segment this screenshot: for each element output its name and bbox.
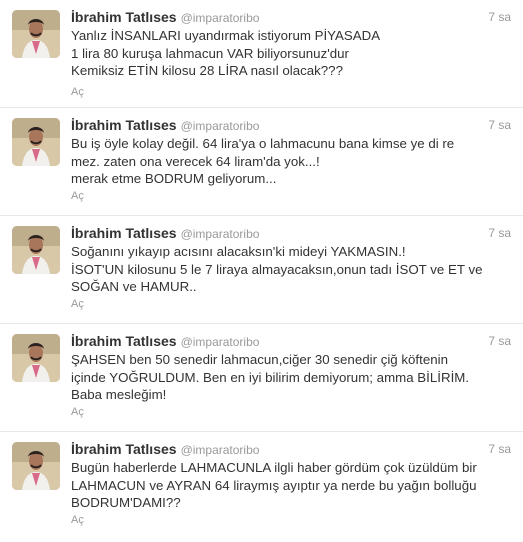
tweet-timestamp[interactable]: 7 sa <box>488 440 511 458</box>
expand-link[interactable]: Aç <box>71 298 84 310</box>
tweet[interactable]: İbrahim Tatlıses @imparatoribo 7 sa ŞAHSEN … <box>0 324 523 432</box>
expand-link[interactable]: Aç <box>71 86 84 98</box>
tweet-text: ŞAHSEN ben 50 senedir lahmacun,ciğer 30 … <box>71 351 509 404</box>
tweet-text-line: Soğanını yıkayıp acısını alacaksın'ki mi… <box>71 244 406 259</box>
user-name[interactable]: İbrahim Tatlıses <box>71 9 177 25</box>
user-handle[interactable]: @imparatoribo <box>181 227 260 241</box>
avatar[interactable] <box>12 118 60 166</box>
tweet-header: İbrahim Tatlıses @imparatoribo 7 sa <box>71 116 511 134</box>
tweet-timestamp[interactable]: 7 sa <box>488 224 511 242</box>
tweet[interactable]: İbrahim Tatlıses @imparatoribo 7 sa Bu iş ö… <box>0 108 523 216</box>
tweet-timestamp[interactable]: 7 sa <box>488 332 511 350</box>
tweet-text: Soğanını yıkayıp acısını alacaksın'ki mi… <box>71 243 509 296</box>
expand-link[interactable]: Aç <box>71 190 84 202</box>
tweet-text-line: 1 lira 80 kuruşa lahmacun VAR biliyorsun… <box>71 45 349 61</box>
user-handle[interactable]: @imparatoribo <box>181 11 260 25</box>
tweet-timestamp[interactable]: 7 sa <box>488 116 511 134</box>
tweet[interactable]: İbrahim Tatlıses @imparatoribo 7 sa Soğanın… <box>0 216 523 324</box>
avatar[interactable] <box>12 334 60 382</box>
tweet-text-line: mez. zaten ona verecek 64 liram'da yok..… <box>71 153 320 169</box>
tweet-text-line: merak etme BODRUM geliyorum... <box>71 171 277 186</box>
tweet-text-line: LAHMACUN ve AYRAN 64 liraymış ayıptır ya… <box>71 477 477 493</box>
tweet-header: İbrahim Tatlıses @imparatoribo 7 sa <box>71 8 511 26</box>
avatar[interactable] <box>12 442 60 490</box>
tweet-text-line: Kemiksiz ETİN kilosu 28 LİRA nasıl olaca… <box>71 63 343 78</box>
user-handle[interactable]: @imparatoribo <box>181 119 260 133</box>
tweet-header: İbrahim Tatlıses @imparatoribo 7 sa <box>71 440 511 458</box>
tweet-text: Yanlız İNSANLARI uyandırmak istiyorum Pİ… <box>71 27 509 80</box>
tweet[interactable]: İbrahim Tatlıses @imparatoribo 7 sa Yanlız … <box>0 0 523 108</box>
user-handle[interactable]: @imparatoribo <box>181 443 260 457</box>
tweet-header: İbrahim Tatlıses @imparatoribo 7 sa <box>71 332 511 350</box>
user-name[interactable]: İbrahim Tatlıses <box>71 333 177 349</box>
tweet-text: Bu iş öyle kolay değil. 64 lira'ya o lah… <box>71 135 509 188</box>
tweet-text-line: Bugün haberlerde LAHMACUNLA ilgli haber … <box>71 460 477 475</box>
user-name[interactable]: İbrahim Tatlıses <box>71 441 177 457</box>
tweet-text: Bugün haberlerde LAHMACUNLA ilgli haber … <box>71 459 509 512</box>
tweet-header: İbrahim Tatlıses @imparatoribo 7 sa <box>71 224 511 242</box>
tweet-text-line: İSOT'UN kilosunu 5 le 7 liraya almayacak… <box>71 261 483 277</box>
tweet-text-line: Baba mesleğim! <box>71 387 167 402</box>
avatar[interactable] <box>12 10 60 58</box>
tweet-text-line: Yanlız İNSANLARI uyandırmak istiyorum Pİ… <box>71 28 381 43</box>
tweet-timestamp[interactable]: 7 sa <box>488 8 511 26</box>
expand-link[interactable]: Aç <box>71 514 84 526</box>
tweet-text-line: ŞAHSEN ben 50 senedir lahmacun,ciğer 30 … <box>71 352 448 367</box>
tweet-text-line: içinde YOĞRULDUM. Ben en iyi bilirim dem… <box>71 369 470 385</box>
tweet-text-line: SOĞAN ve HAMUR.. <box>71 279 197 294</box>
tweet-text-line: BODRUM'DAMI?? <box>71 495 181 510</box>
tweet-timeline: İbrahim Tatlıses @imparatoribo 7 sa Yanlız … <box>0 0 523 542</box>
expand-link[interactable]: Aç <box>71 406 84 418</box>
tweet-text-line: Bu iş öyle kolay değil. 64 lira'ya o lah… <box>71 136 455 151</box>
user-handle[interactable]: @imparatoribo <box>181 335 260 349</box>
avatar[interactable] <box>12 226 60 274</box>
user-name[interactable]: İbrahim Tatlıses <box>71 117 177 133</box>
user-name[interactable]: İbrahim Tatlıses <box>71 225 177 241</box>
tweet[interactable]: İbrahim Tatlıses @imparatoribo 7 sa Bugün h… <box>0 432 523 542</box>
